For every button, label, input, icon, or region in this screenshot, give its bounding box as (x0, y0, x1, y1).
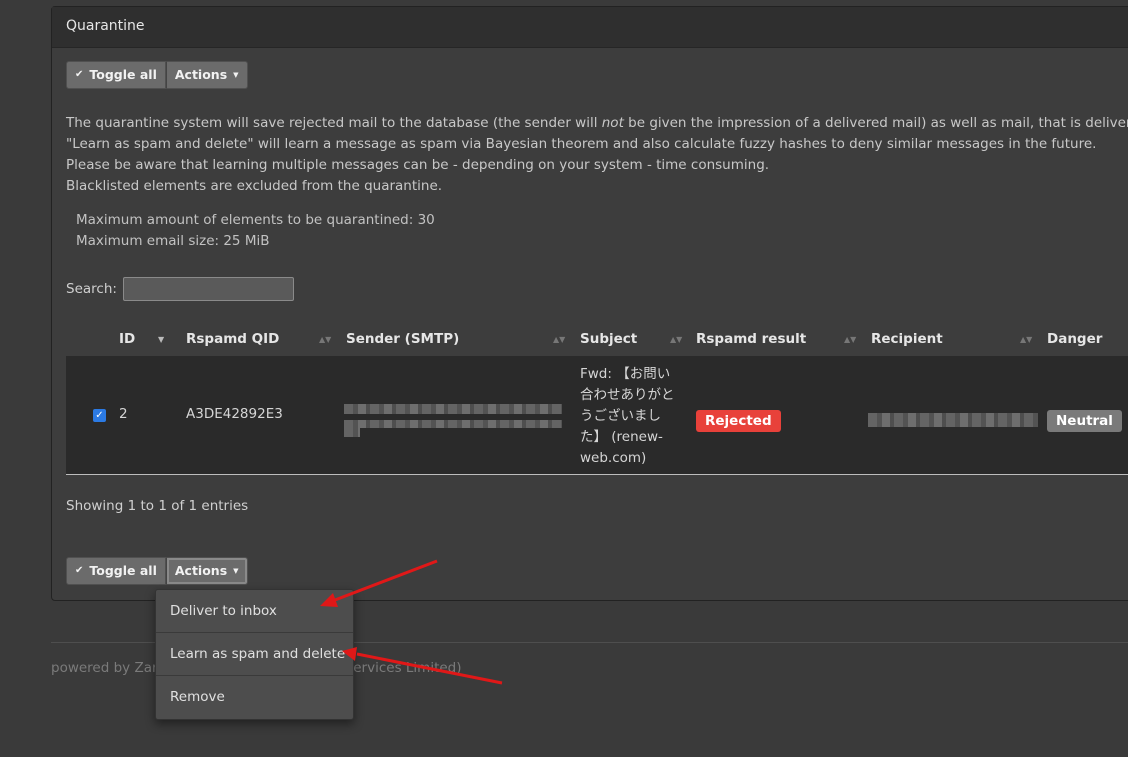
sort-desc-icon: ▼ (158, 335, 165, 344)
info-line-4: Blacklisted elements are excluded from t… (66, 178, 443, 194)
cell-qid: A3DE42892E3 (186, 406, 283, 422)
col-subject[interactable]: Subject (580, 331, 637, 347)
search-label: Search: (66, 281, 117, 297)
showing-entries: Showing 1 to 1 of 1 entries (66, 498, 249, 514)
table-row[interactable]: ✓ 2 A3DE42892E3 Fwd: 【お問い合わせありがとうございました】… (66, 356, 1128, 475)
sort-icon: ▲▼ (844, 335, 857, 344)
table-header: ID ▼ Rspamd QID ▲▼ Sender (SMTP) ▲▼ Subj… (66, 323, 1128, 357)
sort-icon: ▲▼ (670, 335, 683, 344)
info-line-1: The quarantine system will save rejected… (66, 115, 1128, 131)
col-danger[interactable]: Danger (1047, 331, 1102, 347)
rejected-badge: Rejected (696, 410, 781, 432)
actions-dropdown-menu: Deliver to inbox Learn as spam and delet… (155, 589, 354, 720)
search-input[interactable] (122, 277, 294, 301)
quarantine-description: The quarantine system will save rejected… (66, 113, 1128, 197)
cell-id: 2 (119, 406, 128, 422)
top-toolbar: ✔ Toggle all Actions ▼ (66, 61, 248, 89)
panel-title: Quarantine (52, 7, 1128, 48)
danger-badge: Neutral (1047, 410, 1122, 432)
check-icon: ✔ (75, 565, 84, 576)
check-icon: ✔ (75, 69, 84, 80)
sort-icon: ▲▼ (553, 335, 566, 344)
info-line-3: Please be aware that learning multiple m… (66, 157, 770, 173)
learn-as-spam-item[interactable]: Learn as spam and delete (156, 633, 353, 676)
col-sender[interactable]: Sender (SMTP) (346, 331, 459, 347)
deliver-to-inbox-item[interactable]: Deliver to inbox (156, 590, 353, 633)
caret-down-icon: ▼ (233, 71, 239, 79)
toggle-all-button[interactable]: ✔ Toggle all (66, 61, 166, 89)
row-checkbox[interactable]: ✓ (93, 409, 106, 422)
max-elements-text: Maximum amount of elements to be quarant… (76, 212, 435, 228)
actions-button[interactable]: Actions ▼ (165, 61, 248, 89)
remove-item[interactable]: Remove (156, 676, 353, 718)
sender-redacted (344, 404, 562, 414)
search-bar: Search: (66, 277, 294, 301)
col-recipient[interactable]: Recipient (871, 331, 943, 347)
caret-down-icon: ▼ (233, 567, 239, 575)
col-rspamd-result[interactable]: Rspamd result (696, 331, 806, 347)
max-size-text: Maximum email size: 25 MiB (76, 233, 270, 249)
col-qid[interactable]: Rspamd QID (186, 331, 279, 347)
quarantine-limits: Maximum amount of elements to be quarant… (76, 210, 435, 252)
quarantine-panel: Quarantine ✔ Toggle all Actions ▼ The qu… (51, 6, 1128, 601)
sort-icon: ▲▼ (319, 335, 332, 344)
col-id[interactable]: ID (119, 331, 135, 347)
cell-subject: Fwd: 【お問い合わせありがとうございました】 (renew-web.com) (580, 366, 675, 466)
recipient-redacted (868, 413, 1038, 427)
sort-icon: ▲▼ (1020, 335, 1033, 344)
sender-redacted (344, 428, 360, 437)
info-line-2: "Learn as spam and delete" will learn a … (66, 136, 1097, 152)
actions-button[interactable]: Actions ▼ (165, 557, 248, 585)
bottom-toolbar: ✔ Toggle all Actions ▼ (66, 557, 248, 585)
toggle-all-button[interactable]: ✔ Toggle all (66, 557, 166, 585)
sender-redacted (344, 420, 562, 428)
